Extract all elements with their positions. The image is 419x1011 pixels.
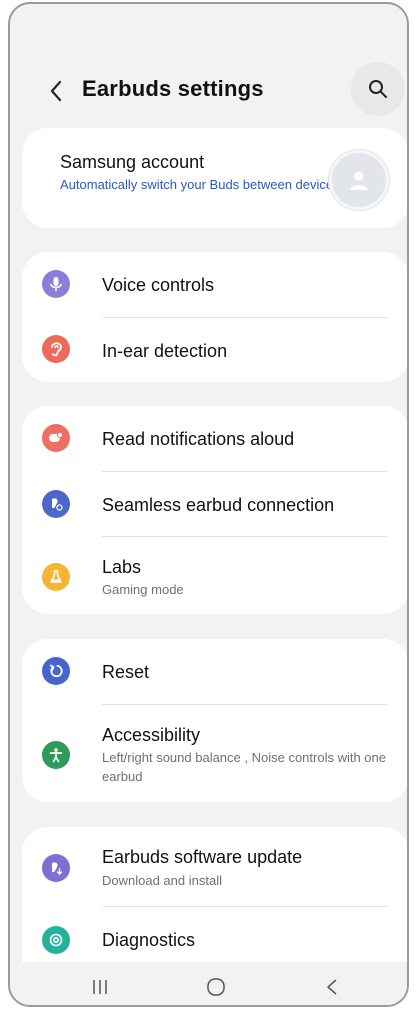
list-item-reset[interactable]: Reset (22, 639, 407, 704)
system-navigation-bar (10, 962, 407, 1005)
recent-apps-button[interactable] (80, 972, 120, 1002)
recent-apps-icon (93, 980, 107, 994)
flask-icon (42, 563, 70, 591)
settings-group-3: Reset Accessibility Left/right sound bal… (22, 639, 407, 802)
in-ear-detection-label: In-ear detection (102, 341, 228, 361)
list-item-in-ear-detection[interactable]: In-ear detection (22, 317, 407, 382)
read-notifications-label: Read notifications aloud (102, 429, 295, 449)
software-update-label: Earbuds software update (102, 847, 303, 867)
accessibility-subtitle: Left/right sound balance , Noise control… (102, 750, 387, 784)
phone-screen: Earbuds settings Samsung account Automat… (8, 2, 409, 1007)
notification-icon (42, 424, 70, 452)
list-item-read-notifications[interactable]: Read notifications aloud (22, 406, 407, 471)
accessibility-label: Accessibility (102, 725, 201, 745)
reset-icon (42, 657, 70, 685)
home-icon (207, 978, 225, 996)
voice-controls-label: Voice controls (102, 275, 215, 295)
search-icon (369, 80, 387, 98)
person-icon (350, 171, 368, 190)
reset-label: Reset (102, 662, 150, 682)
list-item-voice-controls[interactable]: Voice controls (22, 252, 407, 317)
page-title: Earbuds settings (82, 76, 264, 101)
account-subtitle: Automatically switch your Buds between d… (60, 177, 340, 192)
samsung-account-card[interactable]: Samsung account Automatically switch you… (22, 128, 407, 228)
software-update-subtitle: Download and install (102, 873, 222, 888)
settings-group-1: Voice controls In-ear detection (22, 252, 407, 382)
labs-subtitle: Gaming mode (102, 582, 184, 597)
diagnostics-icon (42, 926, 70, 954)
accessibility-icon (42, 741, 70, 769)
chevron-left-icon (50, 80, 62, 102)
account-title: Samsung account (60, 152, 205, 172)
back-nav-button[interactable] (312, 972, 352, 1002)
home-button[interactable] (196, 972, 236, 1002)
app-header: Earbuds settings (10, 4, 407, 124)
list-item-accessibility[interactable]: Accessibility Left/right sound balance ,… (22, 704, 407, 802)
list-item-software-update[interactable]: Earbuds software update Download and ins… (22, 827, 407, 906)
list-item-seamless-connection[interactable]: Seamless earbud connection (22, 471, 407, 536)
microphone-icon (42, 270, 70, 298)
labs-label: Labs (102, 557, 142, 577)
software-update-icon (42, 854, 70, 882)
earbud-connection-icon (42, 490, 70, 518)
diagnostics-label: Diagnostics (102, 930, 196, 950)
list-item-labs[interactable]: Labs Gaming mode (22, 536, 407, 614)
search-button[interactable] (351, 62, 405, 116)
ear-icon (42, 335, 70, 363)
seamless-connection-label: Seamless earbud connection (102, 495, 335, 515)
settings-group-2: Read notifications aloud Seamless earbud… (22, 406, 407, 614)
back-button[interactable] (44, 76, 68, 106)
back-nav-icon (327, 979, 337, 995)
avatar[interactable] (329, 150, 389, 210)
